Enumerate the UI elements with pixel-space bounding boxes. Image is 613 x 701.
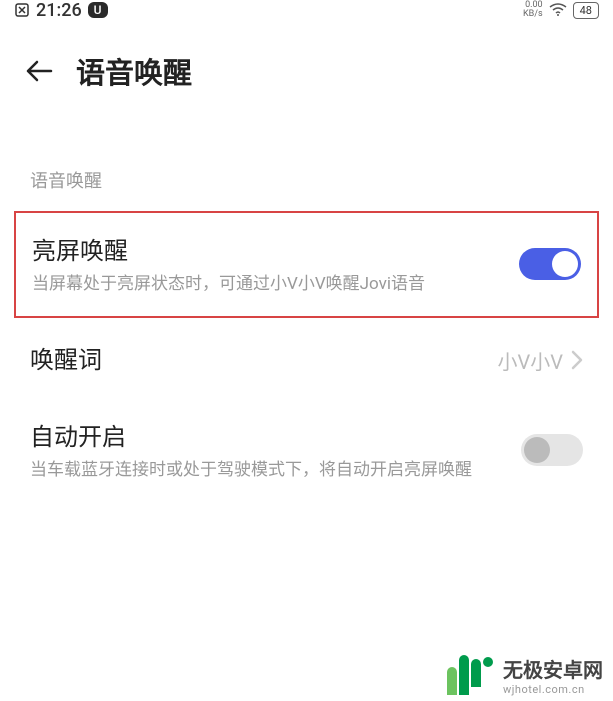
item-text: 亮屏唤醒 当屏幕处于亮屏状态时，可通过小V小V唤醒Jovi语音 bbox=[32, 231, 519, 298]
watermark-cn: 无极安卓网 bbox=[503, 654, 603, 683]
page-title: 语音唤醒 bbox=[76, 50, 192, 92]
wake-word-value: 小V小V bbox=[498, 346, 563, 375]
watermark: 无极安卓网 wjhotel.com.cn bbox=[447, 654, 603, 696]
setting-auto-enable[interactable]: 自动开启 当车载蓝牙连接时或处于驾驶模式下，将自动开启亮屏唤醒 bbox=[0, 399, 613, 502]
toggle-knob bbox=[524, 437, 550, 463]
status-time: 21:26 bbox=[36, 0, 82, 21]
item-text: 自动开启 当车载蓝牙连接时或处于驾驶模式下，将自动开启亮屏唤醒 bbox=[30, 417, 521, 484]
status-left: 21:26 U bbox=[14, 0, 108, 21]
section-label: 语音唤醒 bbox=[0, 112, 613, 211]
item-title: 自动开启 bbox=[30, 417, 501, 452]
watermark-logo-icon bbox=[447, 655, 493, 695]
setting-wake-word[interactable]: 唤醒词 小V小V bbox=[0, 322, 613, 399]
back-button[interactable] bbox=[24, 56, 54, 86]
back-arrow-icon bbox=[25, 60, 53, 82]
page-header: 语音唤醒 bbox=[0, 20, 613, 112]
battery-level: 48 bbox=[573, 2, 599, 19]
status-badge: U bbox=[88, 2, 108, 18]
item-title: 亮屏唤醒 bbox=[32, 231, 499, 266]
status-right: 0.00 KB/s 48 bbox=[523, 1, 599, 19]
item-subtitle: 当屏幕处于亮屏状态时，可通过小V小V唤醒Jovi语音 bbox=[32, 272, 499, 298]
toggle-knob bbox=[552, 251, 578, 277]
item-value-group: 小V小V bbox=[498, 346, 583, 375]
watermark-text: 无极安卓网 wjhotel.com.cn bbox=[503, 654, 603, 696]
alarm-icon bbox=[14, 2, 30, 18]
auto-enable-toggle[interactable] bbox=[521, 434, 583, 466]
net-speed: 0.00 KB/s bbox=[523, 1, 543, 19]
status-bar: 21:26 U 0.00 KB/s 48 bbox=[0, 0, 613, 20]
wifi-icon bbox=[549, 3, 567, 17]
screen-on-wake-toggle[interactable] bbox=[519, 248, 581, 280]
item-title: 唤醒词 bbox=[30, 340, 478, 375]
setting-screen-on-wake[interactable]: 亮屏唤醒 当屏幕处于亮屏状态时，可通过小V小V唤醒Jovi语音 bbox=[14, 211, 599, 318]
watermark-en: wjhotel.com.cn bbox=[503, 683, 603, 696]
chevron-right-icon bbox=[571, 350, 583, 370]
item-subtitle: 当车载蓝牙连接时或处于驾驶模式下，将自动开启亮屏唤醒 bbox=[30, 458, 501, 484]
item-text: 唤醒词 bbox=[30, 340, 498, 381]
